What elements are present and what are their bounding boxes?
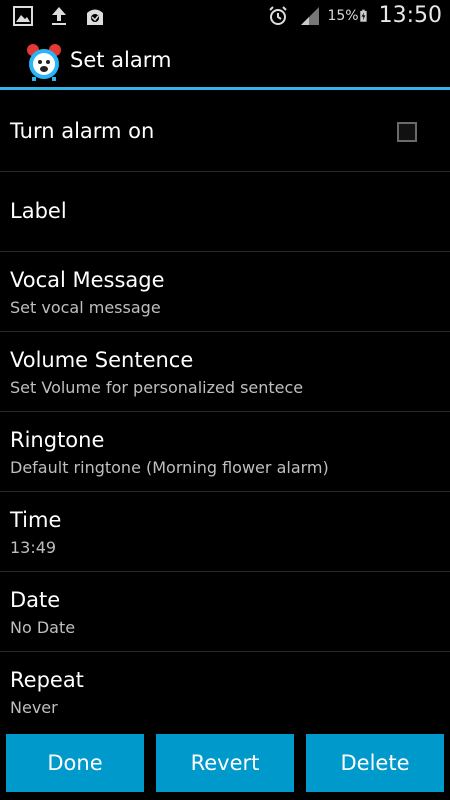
alarm-clock-icon bbox=[269, 5, 288, 25]
pref-summary: Set vocal message bbox=[10, 298, 161, 317]
battery-percent: 15% bbox=[327, 7, 359, 24]
battery-charging-icon bbox=[359, 9, 367, 22]
status-icons-right: 15% 13:50 bbox=[267, 3, 442, 28]
pref-summary: Set Volume for personalized sentece bbox=[10, 378, 304, 397]
pref-title: Time bbox=[10, 508, 62, 532]
done-button[interactable]: Done bbox=[6, 734, 144, 792]
delete-button[interactable]: Delete bbox=[306, 734, 444, 792]
pref-volume-sentence[interactable]: Volume Sentence Set Volume for personali… bbox=[0, 332, 450, 412]
alarm-clock-app-icon[interactable] bbox=[24, 42, 64, 82]
action-bar: Set alarm bbox=[0, 32, 450, 90]
pref-summary: 13:49 bbox=[10, 538, 57, 557]
pref-label[interactable]: Label bbox=[0, 172, 450, 252]
signal-icon bbox=[301, 6, 320, 25]
pref-title: Label bbox=[10, 199, 67, 223]
pref-title: Ringtone bbox=[10, 428, 105, 452]
status-icons-left bbox=[12, 5, 106, 27]
pref-ringtone[interactable]: Ringtone Default ringtone (Morning flowe… bbox=[0, 412, 450, 492]
pref-vocal-message[interactable]: Vocal Message Set vocal message bbox=[0, 252, 450, 332]
alarm-on-checkbox[interactable] bbox=[397, 122, 417, 142]
revert-button[interactable]: Revert bbox=[156, 734, 294, 792]
upload-icon bbox=[52, 7, 66, 25]
pref-summary: Default ringtone (Morning flower alarm) bbox=[10, 458, 329, 477]
pref-time[interactable]: Time 13:49 bbox=[0, 492, 450, 572]
button-bar: Done Revert Delete bbox=[0, 728, 450, 800]
pref-title: Repeat bbox=[10, 668, 84, 692]
pref-title: Vocal Message bbox=[10, 268, 165, 292]
pref-turn-alarm-on[interactable]: Turn alarm on bbox=[0, 92, 450, 172]
pref-summary: Never bbox=[10, 698, 58, 717]
status-bar: 15% 13:50 bbox=[0, 0, 450, 32]
screen: 15% 13:50 Set alarm Turn alarm on Label … bbox=[0, 0, 450, 800]
status-time: 13:50 bbox=[378, 3, 442, 28]
pref-title: Turn alarm on bbox=[10, 119, 155, 143]
pref-title: Date bbox=[10, 588, 61, 612]
image-icon bbox=[13, 6, 33, 26]
pref-title: Volume Sentence bbox=[10, 348, 194, 372]
pref-repeat[interactable]: Repeat Never bbox=[0, 652, 450, 732]
pref-date[interactable]: Date No Date bbox=[0, 572, 450, 652]
preference-list: Turn alarm on Label Vocal Message Set vo… bbox=[0, 92, 450, 732]
page-title: Set alarm bbox=[70, 48, 172, 72]
shopping-bag-icon bbox=[87, 9, 103, 25]
pref-summary: No Date bbox=[10, 618, 76, 637]
